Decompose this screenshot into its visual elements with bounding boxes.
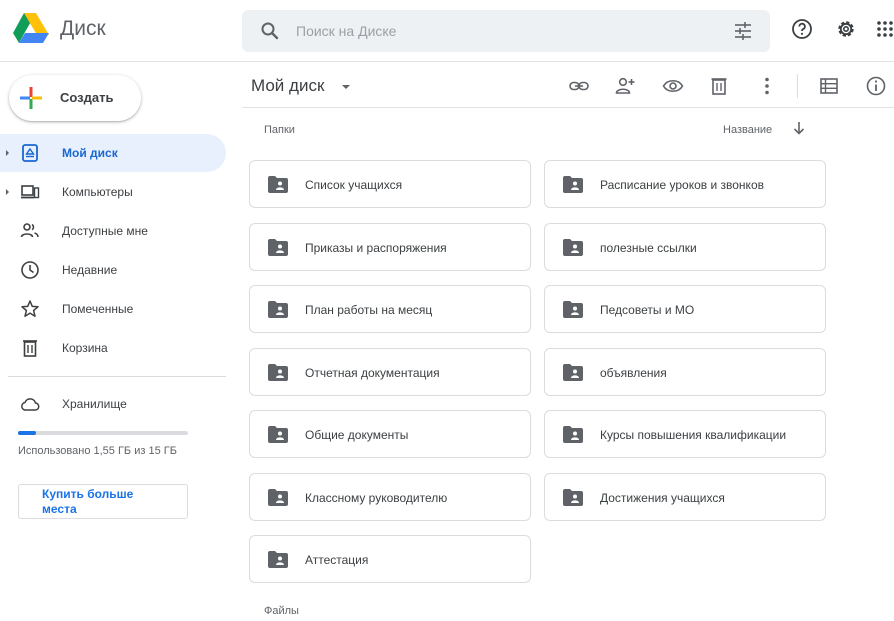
shared-folder-icon <box>268 301 288 318</box>
drive-logo-icon[interactable] <box>13 12 49 44</box>
buy-storage-button[interactable]: Купить больше места <box>18 484 188 519</box>
sidebar-item-storage[interactable]: Хранилище <box>0 385 226 423</box>
sidebar-item-label: Корзина <box>62 341 108 355</box>
folder-card[interactable]: Расписание уроков и звонков <box>544 160 826 208</box>
shared-folder-icon <box>563 488 583 506</box>
link-icon[interactable] <box>568 75 590 97</box>
folder-name: План работы на месяц <box>305 303 433 317</box>
shared-folder-icon <box>268 238 288 256</box>
folder-card[interactable]: объявления <box>544 347 826 396</box>
sidebar-item-shared[interactable]: Доступные мне <box>0 212 226 250</box>
trash-icon <box>23 340 37 357</box>
folder-card[interactable]: Курсы повышения квалификации <box>544 410 826 458</box>
gear-icon[interactable] <box>834 17 858 41</box>
eye-icon[interactable] <box>662 75 684 97</box>
trash-icon[interactable] <box>708 75 730 97</box>
search-icon[interactable] <box>260 21 280 41</box>
sidebar-item-label: Мой диск <box>62 146 118 160</box>
sidebar-item-label: Помеченные <box>62 302 134 316</box>
folder-name: Курсы повышения квалификации <box>600 428 787 442</box>
folder-name: Список учащихся <box>305 178 403 192</box>
cloud-icon <box>21 398 40 411</box>
my-drive-icon <box>22 144 38 162</box>
shared-folder-icon <box>563 426 583 443</box>
folder-card[interactable]: Педсоветы и МО <box>544 285 826 333</box>
folder-card[interactable]: План работы на месяц <box>249 285 531 333</box>
shared-icon <box>20 223 39 238</box>
shared-folder-icon <box>563 301 583 318</box>
buy-storage-label: Купить больше места <box>42 487 134 516</box>
sidebar-item-recent[interactable]: Недавние <box>0 251 226 289</box>
app-name[interactable]: Диск <box>60 17 106 41</box>
folder-name: Приказы и распоряжения <box>305 240 447 255</box>
folder-card[interactable]: Отчетная документация <box>249 347 531 396</box>
sidebar-item-label: Компьютеры <box>62 185 133 199</box>
folder-card[interactable]: Общие документы <box>249 410 531 458</box>
folder-name: Аттестация <box>305 553 369 567</box>
create-button[interactable]: Создать <box>9 75 141 121</box>
folder-card[interactable]: Приказы и распоряжения <box>249 222 531 271</box>
sidebar-item-label: Недавние <box>62 263 118 277</box>
toolbar-divider <box>797 74 798 98</box>
sidebar-item-starred[interactable]: Помеченные <box>0 290 226 328</box>
folder-name: Достижения учащихся <box>600 490 725 505</box>
shared-folder-icon <box>268 176 288 193</box>
tune-icon[interactable] <box>732 20 754 42</box>
shared-folder-icon <box>268 426 288 443</box>
plus-icon <box>20 87 42 109</box>
top-bar: Диск <box>0 0 894 62</box>
shared-folder-icon <box>563 363 583 381</box>
list-view-icon[interactable] <box>818 75 840 97</box>
sidebar-item-my-drive[interactable]: Мой диск <box>0 134 226 172</box>
folder-card[interactable]: Классному руководителю <box>249 472 531 521</box>
folder-card[interactable]: полезные ссылки <box>544 222 826 271</box>
apps-grid-icon[interactable] <box>876 17 894 41</box>
clock-icon <box>21 261 39 279</box>
sort-by-name[interactable]: Название <box>723 124 772 136</box>
storage-progress-bar <box>18 431 188 435</box>
search-input[interactable] <box>296 19 696 43</box>
sidebar-item-computers[interactable]: Компьютеры <box>0 173 226 211</box>
star-icon <box>21 300 39 317</box>
folder-card[interactable]: Аттестация <box>249 535 531 583</box>
create-label: Создать <box>60 90 114 105</box>
folder-name: Классному руководителю <box>305 490 448 505</box>
files-section-label: Файлы <box>264 605 299 617</box>
storage-usage-text: Использовано 1,55 ГБ из 15 ГБ <box>18 445 177 457</box>
toolbar-divider-line <box>242 107 894 108</box>
info-icon[interactable] <box>865 75 887 97</box>
shared-folder-icon <box>268 551 288 568</box>
help-icon[interactable] <box>790 17 814 41</box>
shared-folder-icon <box>563 176 583 193</box>
folder-name: Общие документы <box>305 428 409 442</box>
folder-card[interactable]: Достижения учащихся <box>544 472 826 521</box>
folder-name: полезные ссылки <box>600 240 697 255</box>
folder-name: Расписание уроков и звонков <box>600 178 764 192</box>
chevron-down-icon[interactable] <box>342 85 350 89</box>
expand-arrow-icon[interactable] <box>6 150 9 156</box>
shared-folder-icon <box>268 363 288 381</box>
folder-name: объявления <box>600 365 667 380</box>
shared-folder-icon <box>563 238 583 256</box>
storage-label: Хранилище <box>62 397 127 411</box>
folder-name: Педсоветы и МО <box>600 303 695 317</box>
storage-progress-fill <box>18 431 36 435</box>
computers-icon <box>21 185 40 199</box>
sidebar-divider <box>8 376 226 377</box>
sidebar-item-trash[interactable]: Корзина <box>0 329 226 367</box>
add-person-icon[interactable] <box>614 75 636 97</box>
shared-folder-icon <box>268 488 288 506</box>
folders-section-label: Папки <box>264 124 295 136</box>
expand-arrow-icon[interactable] <box>6 189 9 195</box>
more-vert-icon[interactable] <box>756 75 778 97</box>
search-bar[interactable] <box>242 10 770 52</box>
sidebar-item-label: Доступные мне <box>62 224 148 238</box>
folder-card[interactable]: Список учащихся <box>249 160 531 208</box>
folder-name: Отчетная документация <box>305 365 440 380</box>
breadcrumb-my-drive[interactable]: Мой диск <box>251 76 324 96</box>
arrow-down-icon[interactable] <box>792 120 806 136</box>
